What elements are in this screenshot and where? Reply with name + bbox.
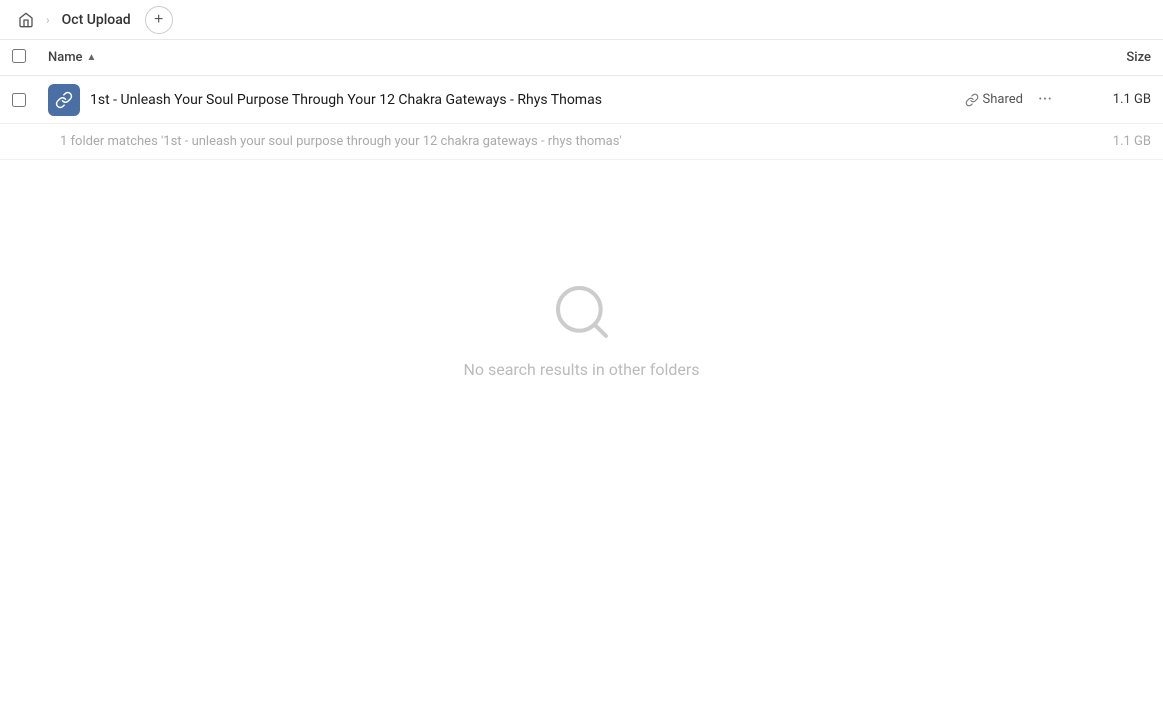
row-checkbox-col bbox=[12, 93, 48, 107]
header-checkbox-col bbox=[12, 49, 48, 67]
summary-size: 1.1 GB bbox=[1071, 134, 1151, 149]
link-icon bbox=[55, 91, 73, 109]
more-icon: ··· bbox=[1038, 91, 1052, 109]
summary-row: 1 folder matches '1st - unleash your sou… bbox=[0, 124, 1163, 160]
file-name-label: 1st - Unleash Your Soul Purpose Through … bbox=[90, 92, 965, 108]
summary-text: 1 folder matches '1st - unleash your sou… bbox=[60, 134, 1071, 149]
col-name-label: Name bbox=[48, 50, 83, 65]
shared-link-icon bbox=[965, 93, 979, 107]
folder-icon bbox=[48, 84, 80, 116]
empty-label: No search results in other folders bbox=[463, 360, 699, 379]
empty-state: No search results in other folders bbox=[0, 160, 1163, 379]
row-checkbox[interactable] bbox=[12, 93, 26, 107]
shared-badge: Shared bbox=[965, 92, 1023, 107]
file-size-value: 1.1 GB bbox=[1071, 92, 1151, 107]
header-bar: › Oct Upload + bbox=[0, 0, 1163, 40]
col-name-header[interactable]: Name ▲ bbox=[48, 50, 1071, 65]
empty-search-icon bbox=[550, 280, 614, 344]
table-header: Name ▲ Size bbox=[0, 40, 1163, 76]
sort-arrow-icon: ▲ bbox=[87, 52, 97, 63]
breadcrumb-chevron: › bbox=[46, 13, 50, 27]
col-size-header: Size bbox=[1071, 50, 1151, 65]
shared-label: Shared bbox=[983, 92, 1023, 107]
breadcrumb-label: Oct Upload bbox=[56, 8, 137, 32]
row-actions: Shared ··· bbox=[965, 86, 1059, 114]
file-row[interactable]: 1st - Unleash Your Soul Purpose Through … bbox=[0, 76, 1163, 124]
add-button[interactable]: + bbox=[145, 6, 173, 34]
select-all-checkbox[interactable] bbox=[12, 49, 26, 63]
home-button[interactable] bbox=[12, 6, 40, 34]
more-button[interactable]: ··· bbox=[1031, 86, 1059, 114]
